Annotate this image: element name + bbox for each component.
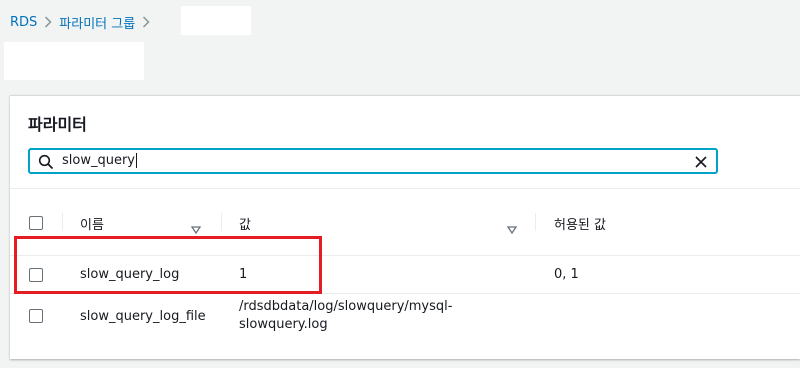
chevron-right-icon [37,16,59,28]
parameter-allowed-values: 0, 1 [554,267,579,282]
column-header-allowed-values: 허용된 값 [554,218,606,233]
column-divider [62,213,63,231]
close-icon[interactable] [694,154,708,168]
text-caret [136,153,137,168]
sort-triangle-icon[interactable] [506,219,518,235]
row-checkbox[interactable] [29,309,43,323]
select-all-checkbox[interactable] [29,216,43,230]
redacted-breadcrumb-item [181,6,251,35]
search-input[interactable]: slow_query [28,148,718,174]
parameters-panel: 파라미터 slow_query 이름 값 허용된 값 slow_query_lo… [10,95,800,359]
column-divider [221,213,222,231]
parameter-value-line: slowquery.log [239,317,328,332]
search-icon [38,154,54,170]
column-divider [535,213,536,231]
column-header-name[interactable]: 이름 [80,214,104,233]
breadcrumb-parameter-groups-link[interactable]: 파라미터 그룹 [59,13,135,32]
sort-triangle-icon[interactable] [190,219,202,235]
search-input-value[interactable]: slow_query [62,153,137,168]
chevron-right-icon [135,16,157,28]
highlight-annotation-box [14,236,322,294]
panel-header: 파라미터 slow_query [10,96,800,189]
breadcrumb-rds-link[interactable]: RDS [10,15,37,30]
parameter-name: slow_query_log_file [80,309,206,324]
table-row[interactable]: slow_query_log_file /rdsdbdata/log/slowq… [10,294,800,334]
parameter-value-line: /rdsdbdata/log/slowquery/mysql- [239,299,453,314]
column-header-value[interactable]: 값 [239,214,251,233]
panel-title: 파라미터 [28,115,87,134]
parameter-value: /rdsdbdata/log/slowquery/mysql- slowquer… [239,298,479,334]
redacted-page-title [4,42,144,80]
breadcrumb: RDS 파라미터 그룹 [10,12,157,32]
